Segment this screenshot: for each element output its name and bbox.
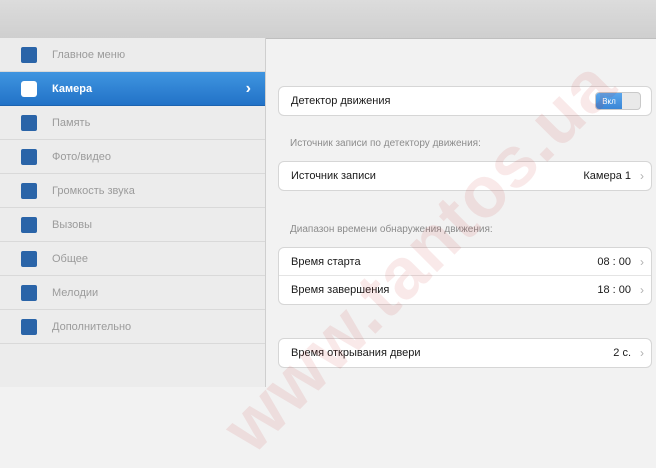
camera-icon: [21, 80, 37, 97]
home-icon: [21, 46, 37, 63]
sidebar-item-additional[interactable]: Дополнительно: [0, 310, 265, 344]
chevron-right-icon: ›: [640, 169, 644, 183]
sidebar-item-label: Громкость звука: [52, 184, 135, 197]
chevron-right-icon: ›: [640, 254, 644, 269]
time-section-label: Диапазон времени обнаружения движения:: [290, 224, 493, 235]
chevron-right-icon: ›: [640, 283, 644, 297]
end-time-row[interactable]: Время завершения 18 : 00 ›: [279, 276, 651, 304]
source-label: Источник записи: [291, 170, 376, 182]
start-time-value: 08 : 00: [597, 255, 631, 268]
sidebar-item-main-menu[interactable]: Главное меню: [0, 38, 265, 72]
source-value: Камера 1: [583, 170, 631, 182]
sidebar-item-melodies[interactable]: Мелодии: [0, 276, 265, 310]
start-time-row[interactable]: Время старта 08 : 00 ›: [279, 248, 651, 276]
door-time-card: Время открывания двери 2 с. ›: [278, 338, 652, 368]
sidebar-item-photo-video[interactable]: Фото/видео: [0, 140, 265, 174]
toggle-on-label: Вкл: [596, 93, 622, 109]
motion-detector-label: Детектор движения: [291, 95, 391, 107]
end-time-value: 18 : 00: [597, 284, 631, 296]
film-icon: [21, 148, 37, 165]
sidebar-item-label: Дополнительно: [52, 320, 132, 333]
microphone-icon: [21, 182, 37, 199]
sidebar-item-label: Память: [52, 116, 91, 129]
monitor-icon: [21, 318, 37, 335]
chevron-right-icon: ›: [245, 79, 251, 97]
phone-icon: [21, 216, 37, 233]
door-time-value: 2 с.: [613, 347, 631, 359]
end-time-label: Время завершения: [291, 284, 390, 296]
settings-icon: [21, 250, 37, 267]
settings-panel: Детектор движения Вкл Источник записи по…: [266, 38, 656, 387]
chevron-right-icon: ›: [640, 346, 644, 360]
sidebar-item-volume[interactable]: Громкость звука: [0, 174, 265, 208]
door-time-row[interactable]: Время открывания двери 2 с. ›: [279, 339, 651, 367]
sidebar: Главное меню Камера › Память Фото/видео …: [0, 38, 266, 387]
save-icon: [21, 114, 37, 131]
source-card: Источник записи Камера 1 ›: [278, 161, 652, 191]
source-row[interactable]: Источник записи Камера 1 ›: [279, 162, 651, 190]
sidebar-item-label: Вызовы: [52, 218, 93, 231]
motion-detector-row: Детектор движения Вкл: [279, 87, 651, 115]
motion-detector-card: Детектор движения Вкл: [278, 86, 652, 116]
sidebar-item-label: Главное меню: [52, 48, 126, 61]
sidebar-item-calls[interactable]: Вызовы: [0, 208, 265, 242]
music-icon: [21, 284, 37, 301]
start-time-label: Время старта: [291, 255, 361, 268]
door-time-label: Время открывания двери: [291, 347, 421, 359]
title-bar: [0, 0, 656, 39]
sidebar-item-label: Фото/видео: [52, 150, 111, 163]
time-range-card: Время старта 08 : 00 › Время завершения …: [278, 247, 652, 305]
sidebar-item-label: Общее: [52, 252, 89, 265]
source-section-label: Источник записи по детектору движения:: [290, 138, 481, 149]
motion-detector-toggle[interactable]: Вкл: [595, 92, 641, 110]
sidebar-item-label: Мелодии: [52, 286, 99, 299]
sidebar-item-label: Камера: [52, 82, 93, 95]
sidebar-item-memory[interactable]: Память: [0, 106, 265, 140]
sidebar-item-general[interactable]: Общее: [0, 242, 265, 276]
sidebar-item-camera[interactable]: Камера ›: [0, 72, 265, 106]
